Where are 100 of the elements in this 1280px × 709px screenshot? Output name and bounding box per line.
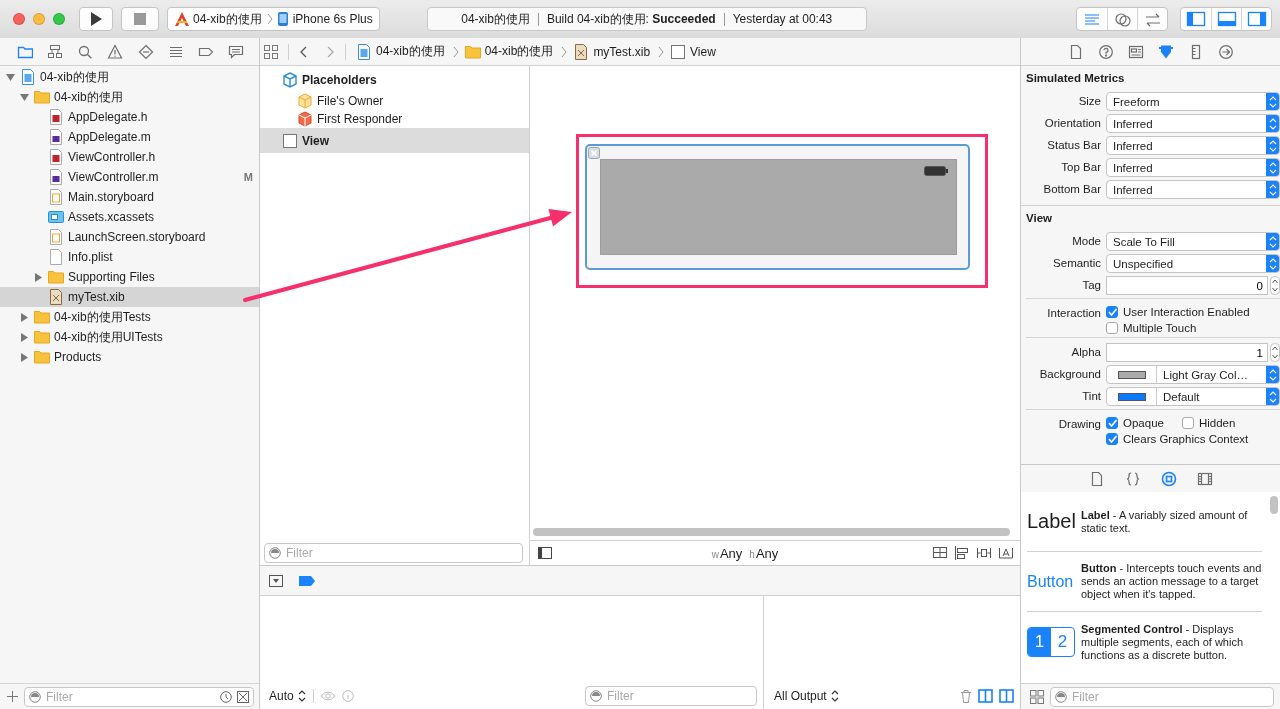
outline-item[interactable]: View [260,128,529,153]
id-card-icon [1127,43,1144,60]
folder-icon [464,43,481,60]
tree-item[interactable]: AppDelegate.m [0,127,259,147]
filter-field[interactable]: Filter [24,686,254,707]
help-icon [1097,43,1114,60]
project-name: 04-xib的使用 [461,10,530,28]
outline-item[interactable]: Placeholders [260,67,529,92]
checkbox[interactable]: Multiple Touch [1106,322,1197,334]
popup-button[interactable]: Inferred [1106,180,1280,199]
pin-icon [976,546,992,560]
tree-item[interactable]: Info.plist [0,247,259,267]
number-field[interactable]: 0 [1106,276,1268,295]
library-item[interactable]: Label Label - A variably sized amount of static text. [1027,492,1262,552]
back-button[interactable] [299,45,307,58]
tree-item[interactable]: ViewController.h [0,147,259,167]
document-outline-button[interactable] [538,547,552,559]
tree-item[interactable]: 04-xib的使用 [0,87,259,107]
scrollbar[interactable] [533,528,1010,536]
tree-item[interactable]: Assets.xcassets [0,207,259,227]
close-button[interactable] [13,13,25,25]
outline-item[interactable]: File's Owner [260,92,529,110]
tree-item[interactable]: 04-xib的使用Tests [0,307,259,327]
popup-button[interactable]: Unspecified [1106,254,1280,273]
scrollbar[interactable] [1270,496,1278,514]
layout-tool-button[interactable] [954,546,970,560]
project-icon [20,69,36,85]
field-label: Bottom Bar [1042,182,1101,197]
library-item[interactable]: 1 2 Segmented Control - Displays multiple segments, each of which functions as a discrete button. [1027,612,1262,672]
grid-icon [264,44,278,59]
tree-item[interactable]: ViewController.m M [0,167,259,187]
asset-catalog-icon [48,209,64,225]
checkbox[interactable]: Opaque [1106,417,1164,429]
folder-icon [34,89,50,105]
library-item[interactable]: Button Button - Intercepts touch events and sends an action message to a target object when it's tapped. [1027,552,1262,612]
tree-item[interactable]: 04-xib的使用UITests [0,327,259,347]
info-icon [341,690,354,702]
device-button[interactable]: iPhone 6s Plus [275,11,373,27]
scheme-button[interactable]: 04-xib的使用 [174,10,262,28]
checkbox[interactable]: Hidden [1181,417,1236,429]
popup-button[interactable]: Inferred [1106,114,1280,133]
field-label: Semantic [1052,256,1101,271]
stepper-button[interactable] [1270,276,1280,295]
layout-tool-button[interactable] [976,546,992,560]
layout-tool-button[interactable] [998,546,1014,560]
popup-button[interactable]: Inferred [1106,136,1280,155]
filter-field[interactable]: Filter [585,686,757,706]
filter-field[interactable]: Filter [264,543,523,563]
run-button[interactable] [79,7,113,31]
cube-icon [282,71,298,88]
breakpoint-icon [299,575,315,586]
split-view-button[interactable] [999,689,1014,703]
add-button[interactable] [7,691,18,702]
tree-item[interactable]: AppDelegate.h [0,107,259,127]
arrow-circle-icon [1217,43,1234,60]
breadcrumb[interactable]: myTest.xib [573,43,651,60]
tree-item[interactable]: 04-xib的使用 [0,67,259,87]
trash-icon [960,689,972,703]
filter-field[interactable]: Filter [1050,686,1274,707]
tree-item[interactable]: myTest.xib [0,287,259,307]
stepper-button[interactable] [1270,343,1280,362]
clear-button[interactable] [960,689,972,703]
size-class-button[interactable]: wAny hAny [552,545,932,561]
breadcrumb[interactable]: 04-xib的使用 [356,43,445,60]
sidebar-icon [538,547,552,559]
number-field[interactable]: 1 [1106,343,1268,362]
cube-icon [297,93,313,109]
battery-icon [924,166,948,176]
popup-button[interactable]: Scale To Fill [1106,232,1280,251]
popup-button[interactable]: Freeform [1106,92,1280,111]
scope-popup[interactable]: Auto [269,689,307,703]
breadcrumb[interactable]: View [670,43,716,60]
embed-icon [932,546,948,560]
forward-button[interactable] [327,45,335,58]
outline-item[interactable]: First Responder [260,110,529,128]
hierarchy-icon [47,43,64,60]
breadcrumb[interactable]: 04-xib的使用 [464,43,554,60]
plus-icon [7,691,18,702]
related-items-button[interactable] [264,44,278,59]
split-view-button[interactable] [978,689,993,703]
popup-button[interactable]: Inferred [1106,158,1280,177]
layout-tool-button[interactable] [932,546,948,560]
tree-item[interactable]: Supporting Files [0,267,259,287]
zoom-button[interactable] [53,13,65,25]
source-file-icon [48,169,64,185]
checkbox[interactable]: User Interaction Enabled [1106,306,1250,318]
film-icon [1196,470,1213,487]
output-popup[interactable]: All Output [774,689,840,703]
color-popup[interactable]: Light Gray Col… [1106,365,1280,384]
play-icon [90,12,102,26]
view-icon [670,43,687,60]
view-mode-button[interactable] [1030,689,1044,704]
hide-debug-button[interactable] [269,574,283,587]
color-popup[interactable]: Default [1106,387,1280,406]
tree-item[interactable]: LaunchScreen.storyboard [0,227,259,247]
checkbox[interactable]: Clears Graphics Context [1106,433,1249,445]
tree-item[interactable]: Products [0,347,259,367]
stop-button[interactable] [121,7,159,31]
tree-item[interactable]: Main.storyboard [0,187,259,207]
breakpoints-button[interactable] [299,575,315,586]
